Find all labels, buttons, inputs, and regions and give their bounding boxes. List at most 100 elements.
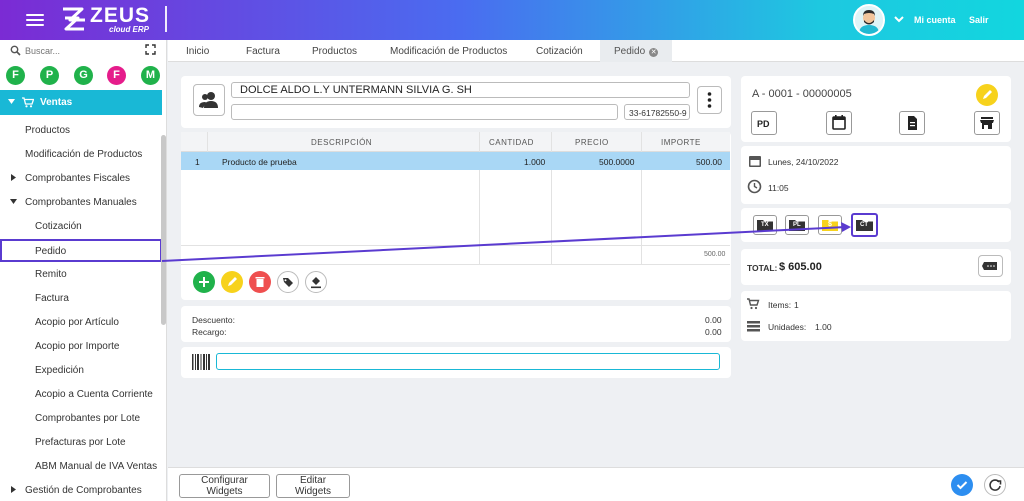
document-type-button[interactable]: PD bbox=[751, 111, 777, 135]
client-select-button[interactable] bbox=[193, 84, 225, 116]
delete-item-button[interactable] bbox=[249, 271, 271, 293]
sidebar-item-label: Factura bbox=[35, 293, 69, 304]
ticket-icon bbox=[982, 262, 997, 270]
edit-item-button[interactable] bbox=[221, 271, 243, 293]
sidebar: F P G F M Ventas Productos Modificación … bbox=[0, 40, 167, 501]
sidebar-item-acopio-importe[interactable]: Acopio por Importe bbox=[0, 334, 162, 358]
sidebar-item-prefacturas-lote[interactable]: Prefacturas por Lote bbox=[0, 430, 162, 454]
total-value: $ 605.00 bbox=[779, 261, 822, 273]
sidebar-item-factura[interactable]: Factura bbox=[0, 286, 162, 310]
favorite-shortcut[interactable]: G bbox=[74, 66, 93, 85]
client-more-button[interactable] bbox=[697, 86, 722, 114]
client-secondary-field[interactable] bbox=[231, 104, 618, 120]
chevron-down-icon[interactable] bbox=[894, 14, 904, 24]
sidebar-item-label: Acopio a Cuenta Corriente bbox=[35, 389, 153, 400]
tab-bar: Inicio Factura Productos Modificación de… bbox=[168, 40, 1024, 62]
sidebar-item-label: Acopio por Importe bbox=[35, 341, 120, 352]
adjustments-card: Descuento: 0.00 Recargo: 0.00 bbox=[181, 306, 731, 342]
sidebar-search-input[interactable] bbox=[25, 44, 135, 58]
document-card: A - 0001 - 00000005 bbox=[741, 76, 1011, 142]
document-button[interactable] bbox=[899, 111, 925, 135]
confirm-button[interactable] bbox=[951, 474, 973, 496]
discount-tag-button[interactable] bbox=[978, 255, 1003, 277]
clock-icon bbox=[747, 179, 762, 194]
sidebar-section-ventas[interactable]: Ventas bbox=[0, 90, 162, 115]
sidebar-item-expedicion[interactable]: Expedición bbox=[0, 358, 162, 382]
pencil-icon bbox=[983, 90, 992, 99]
tab-productos[interactable]: Productos bbox=[312, 46, 357, 57]
sidebar-item-remito[interactable]: Remito bbox=[0, 262, 162, 286]
units-value: 1.00 bbox=[815, 322, 832, 332]
pl-button[interactable]: PL bbox=[785, 215, 809, 235]
sidebar-item-comprobantes-fiscales[interactable]: Comprobantes Fiscales bbox=[0, 166, 162, 190]
sidebar-item-modificacion-productos[interactable]: Modificación de Productos bbox=[0, 142, 162, 166]
tab-cotizacion[interactable]: Cotización bbox=[536, 46, 583, 57]
client-name-field[interactable]: DOLCE ALDO L.Y UNTERMANN SILVIA G. SH bbox=[231, 82, 690, 98]
items-table-header: DESCRIPCIÓN CANTIDAD PRECIO IMPORTE bbox=[181, 132, 730, 152]
edit-document-button[interactable] bbox=[976, 84, 998, 106]
sidebar-item-gestion-comprobantes[interactable]: Gestión de Comprobantes bbox=[0, 478, 162, 501]
user-avatar[interactable] bbox=[853, 4, 885, 36]
items-card: DESCRIPCIÓN CANTIDAD PRECIO IMPORTE 1 Pr… bbox=[181, 132, 731, 300]
document-number: A - 0001 - 00000005 bbox=[752, 88, 852, 100]
favorite-shortcut[interactable]: F bbox=[6, 66, 25, 85]
zeus-logo-icon bbox=[63, 7, 85, 31]
close-icon[interactable]: ✕ bbox=[649, 48, 659, 57]
configure-widgets-button[interactable]: Configurar Widgets bbox=[179, 474, 270, 498]
paint-bucket-icon bbox=[311, 277, 321, 289]
client-cuit-field[interactable]: 33-61782550-9 bbox=[624, 104, 690, 120]
total-card: TOTAL: $ 605.00 bbox=[741, 249, 1011, 285]
favorite-shortcut[interactable]: M bbox=[141, 66, 160, 85]
sidebar-item-cotizacion[interactable]: Cotización bbox=[0, 214, 162, 238]
ct-button[interactable]: CT bbox=[851, 213, 878, 237]
sidebar-item-acopio-cuenta-corriente[interactable]: Acopio a Cuenta Corriente bbox=[0, 382, 162, 406]
sidebar-item-label: Gestión de Comprobantes bbox=[25, 485, 142, 496]
tab-pedido-label: Pedido bbox=[614, 46, 646, 57]
summary-card: Items: 1 Unidades: 1.00 bbox=[741, 291, 1011, 341]
sidebar-item-abm-iva-ventas[interactable]: ABM Manual de IVA Ventas bbox=[0, 454, 162, 478]
sidebar-item-label: Comprobantes por Lote bbox=[35, 413, 141, 424]
total-label: TOTAL: bbox=[747, 263, 778, 273]
header-divider bbox=[165, 6, 167, 32]
favorite-shortcut[interactable]: P bbox=[40, 66, 59, 85]
avatar-person-icon bbox=[855, 6, 883, 34]
caret-down-icon bbox=[10, 199, 17, 204]
sidebar-item-comprobantes-lote[interactable]: Comprobantes por Lote bbox=[0, 406, 162, 430]
menu-hamburger-icon[interactable] bbox=[26, 14, 44, 26]
sidebar-scrollbar[interactable] bbox=[161, 135, 166, 325]
units-label: Unidades: bbox=[768, 322, 807, 332]
fill-button[interactable] bbox=[305, 271, 327, 293]
tag-button[interactable] bbox=[277, 271, 299, 293]
caret-down-icon bbox=[8, 99, 15, 104]
tab-pedido[interactable]: Pedido ✕ bbox=[600, 40, 673, 62]
row-price: 500.0000 bbox=[599, 157, 635, 167]
my-account-link[interactable]: Mi cuenta bbox=[914, 15, 956, 25]
fullscreen-icon[interactable] bbox=[145, 44, 156, 55]
col-precio: PRECIO bbox=[575, 138, 609, 147]
tab-inicio[interactable]: Inicio bbox=[186, 46, 209, 57]
favorite-shortcut[interactable]: F bbox=[107, 66, 126, 85]
sidebar-item-pedido[interactable]: Pedido bbox=[0, 239, 162, 262]
calendar-button[interactable] bbox=[826, 111, 852, 135]
tab-modificacion-productos[interactable]: Modificación de Productos bbox=[390, 46, 507, 57]
refresh-button[interactable] bbox=[984, 474, 1006, 496]
brand-subtitle: cloud ERP bbox=[109, 25, 150, 34]
tab-factura[interactable]: Factura bbox=[246, 46, 280, 57]
table-row[interactable]: 1 Producto de prueba 1.000 500.0000 500.… bbox=[181, 152, 730, 170]
sidebar-item-acopio-articulo[interactable]: Acopio por Artículo bbox=[0, 310, 162, 334]
items-label: Items: bbox=[768, 300, 792, 310]
row-amount: 500.00 bbox=[696, 157, 722, 167]
sidebar-item-productos[interactable]: Productos bbox=[0, 118, 162, 142]
tx-button[interactable]: TX bbox=[753, 215, 777, 235]
payment-button[interactable]: $ bbox=[818, 215, 842, 235]
add-item-button[interactable] bbox=[193, 271, 215, 293]
sidebar-item-comprobantes-manuales[interactable]: Comprobantes Manuales bbox=[0, 190, 162, 214]
sidebar-item-label: Productos bbox=[25, 125, 71, 136]
sidebar-item-label: Acopio por Artículo bbox=[35, 317, 119, 328]
logout-link[interactable]: Salir bbox=[969, 15, 989, 25]
surcharge-label: Recargo: bbox=[192, 327, 227, 337]
edit-widgets-button[interactable]: Editar Widgets bbox=[276, 474, 350, 498]
trash-icon bbox=[255, 277, 265, 287]
store-button[interactable] bbox=[974, 111, 1000, 135]
barcode-input[interactable] bbox=[216, 353, 720, 370]
